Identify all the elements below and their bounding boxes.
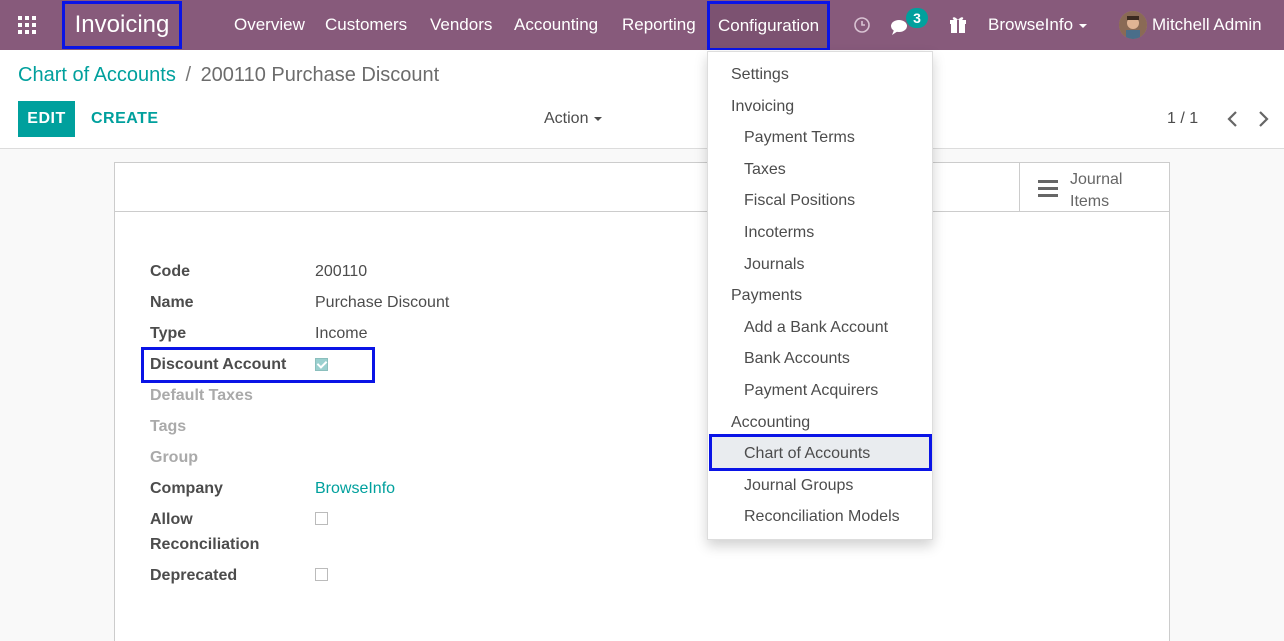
menu-item-settings[interactable]: Settings	[731, 66, 789, 84]
edit-button[interactable]: EDIT	[18, 101, 75, 137]
deprecated-label: Deprecated	[150, 567, 238, 584]
menu-accounting[interactable]: Accounting	[514, 0, 598, 50]
pager-previous-icon[interactable]	[1223, 109, 1243, 129]
menu-item-reconciliation-models[interactable]: Reconciliation Models	[744, 508, 900, 526]
code-label: Code	[150, 263, 190, 280]
company-switcher[interactable]: BrowseInfo	[988, 0, 1088, 50]
menu-item-incoterms[interactable]: Incoterms	[744, 224, 814, 242]
menu-item-bank-accounts[interactable]: Bank Accounts	[744, 350, 850, 368]
menu-customers[interactable]: Customers	[325, 0, 407, 50]
top-navbar: Invoicing Overview Customers Vendors Acc…	[0, 0, 1284, 51]
allow-reconciliation-label-line1: Allow	[150, 511, 193, 528]
user-menu[interactable]: Mitchell Admin	[1152, 0, 1262, 50]
message-count-badge: 3	[906, 8, 928, 28]
name-label: Name	[150, 294, 194, 311]
menu-configuration[interactable]: Configuration	[707, 1, 831, 51]
chevron-down-icon	[594, 116, 603, 121]
avatar[interactable]	[1119, 11, 1147, 39]
journal-items-label: Journal Items	[1070, 171, 1123, 210]
breadcrumb-current: 200110 Purchase Discount	[200, 64, 440, 86]
action-label: Action	[544, 110, 589, 127]
code-value: 200110	[315, 263, 368, 280]
name-value: Purchase Discount	[315, 294, 450, 311]
menu-item-journals[interactable]: Journals	[744, 256, 804, 274]
menu-item-journal-groups[interactable]: Journal Groups	[744, 477, 853, 495]
company-value-link[interactable]: BrowseInfo	[315, 480, 395, 498]
menu-header-accounting: Accounting	[731, 414, 811, 431]
menu-vendors[interactable]: Vendors	[430, 0, 492, 50]
tags-label: Tags	[150, 418, 187, 435]
menu-header-payments: Payments	[731, 287, 803, 304]
control-panel: Chart of Accounts / 200110 Purchase Disc…	[0, 50, 1284, 149]
breadcrumb-separator: /	[185, 64, 191, 86]
menu-item-fiscal-positions[interactable]: Fiscal Positions	[744, 192, 855, 210]
discount-account-label: Discount Account	[150, 356, 287, 373]
company-name: BrowseInfo	[988, 15, 1074, 34]
app-brand[interactable]: Invoicing	[62, 1, 182, 49]
activity-clock-icon[interactable]	[851, 13, 875, 37]
menu-item-payment-terms[interactable]: Payment Terms	[744, 129, 855, 147]
menu-item-payment-acquirers[interactable]: Payment Acquirers	[744, 382, 878, 400]
allow-reconciliation-label-line2: Reconciliation	[150, 536, 260, 553]
create-button[interactable]: CREATE	[91, 101, 159, 137]
menu-item-taxes[interactable]: Taxes	[744, 161, 786, 179]
apps-grid-icon[interactable]	[18, 16, 36, 34]
configuration-dropdown-menu: Settings Invoicing Payment Terms Taxes F…	[707, 51, 933, 540]
menu-item-add-bank-account[interactable]: Add a Bank Account	[744, 319, 888, 337]
menu-overview[interactable]: Overview	[234, 0, 305, 50]
button-box: Journal Items	[115, 163, 1169, 212]
list-icon	[1038, 180, 1058, 201]
chevron-down-icon	[1079, 23, 1088, 28]
type-value: Income	[315, 325, 368, 342]
company-label: Company	[150, 480, 223, 497]
journal-items-button[interactable]: Journal Items	[1019, 163, 1169, 211]
menu-header-invoicing: Invoicing	[731, 98, 795, 115]
breadcrumb: Chart of Accounts / 200110 Purchase Disc…	[18, 64, 439, 87]
gift-icon[interactable]	[948, 13, 972, 37]
default-taxes-label: Default Taxes	[150, 387, 253, 404]
menu-item-chart-of-accounts[interactable]: Chart of Accounts	[744, 445, 870, 463]
form-sheet: Journal Items	[114, 162, 1170, 641]
discount-account-checkbox[interactable]	[315, 358, 328, 371]
pager-next-icon[interactable]	[1253, 109, 1273, 129]
allow-reconciliation-checkbox[interactable]	[315, 512, 328, 525]
pager-value: 1 / 1	[1167, 110, 1199, 127]
deprecated-checkbox[interactable]	[315, 568, 328, 581]
breadcrumb-chart-of-accounts[interactable]: Chart of Accounts	[18, 64, 176, 86]
group-label: Group	[150, 449, 198, 466]
action-dropdown[interactable]: Action	[544, 101, 603, 137]
type-label: Type	[150, 325, 187, 342]
menu-reporting[interactable]: Reporting	[622, 0, 696, 50]
